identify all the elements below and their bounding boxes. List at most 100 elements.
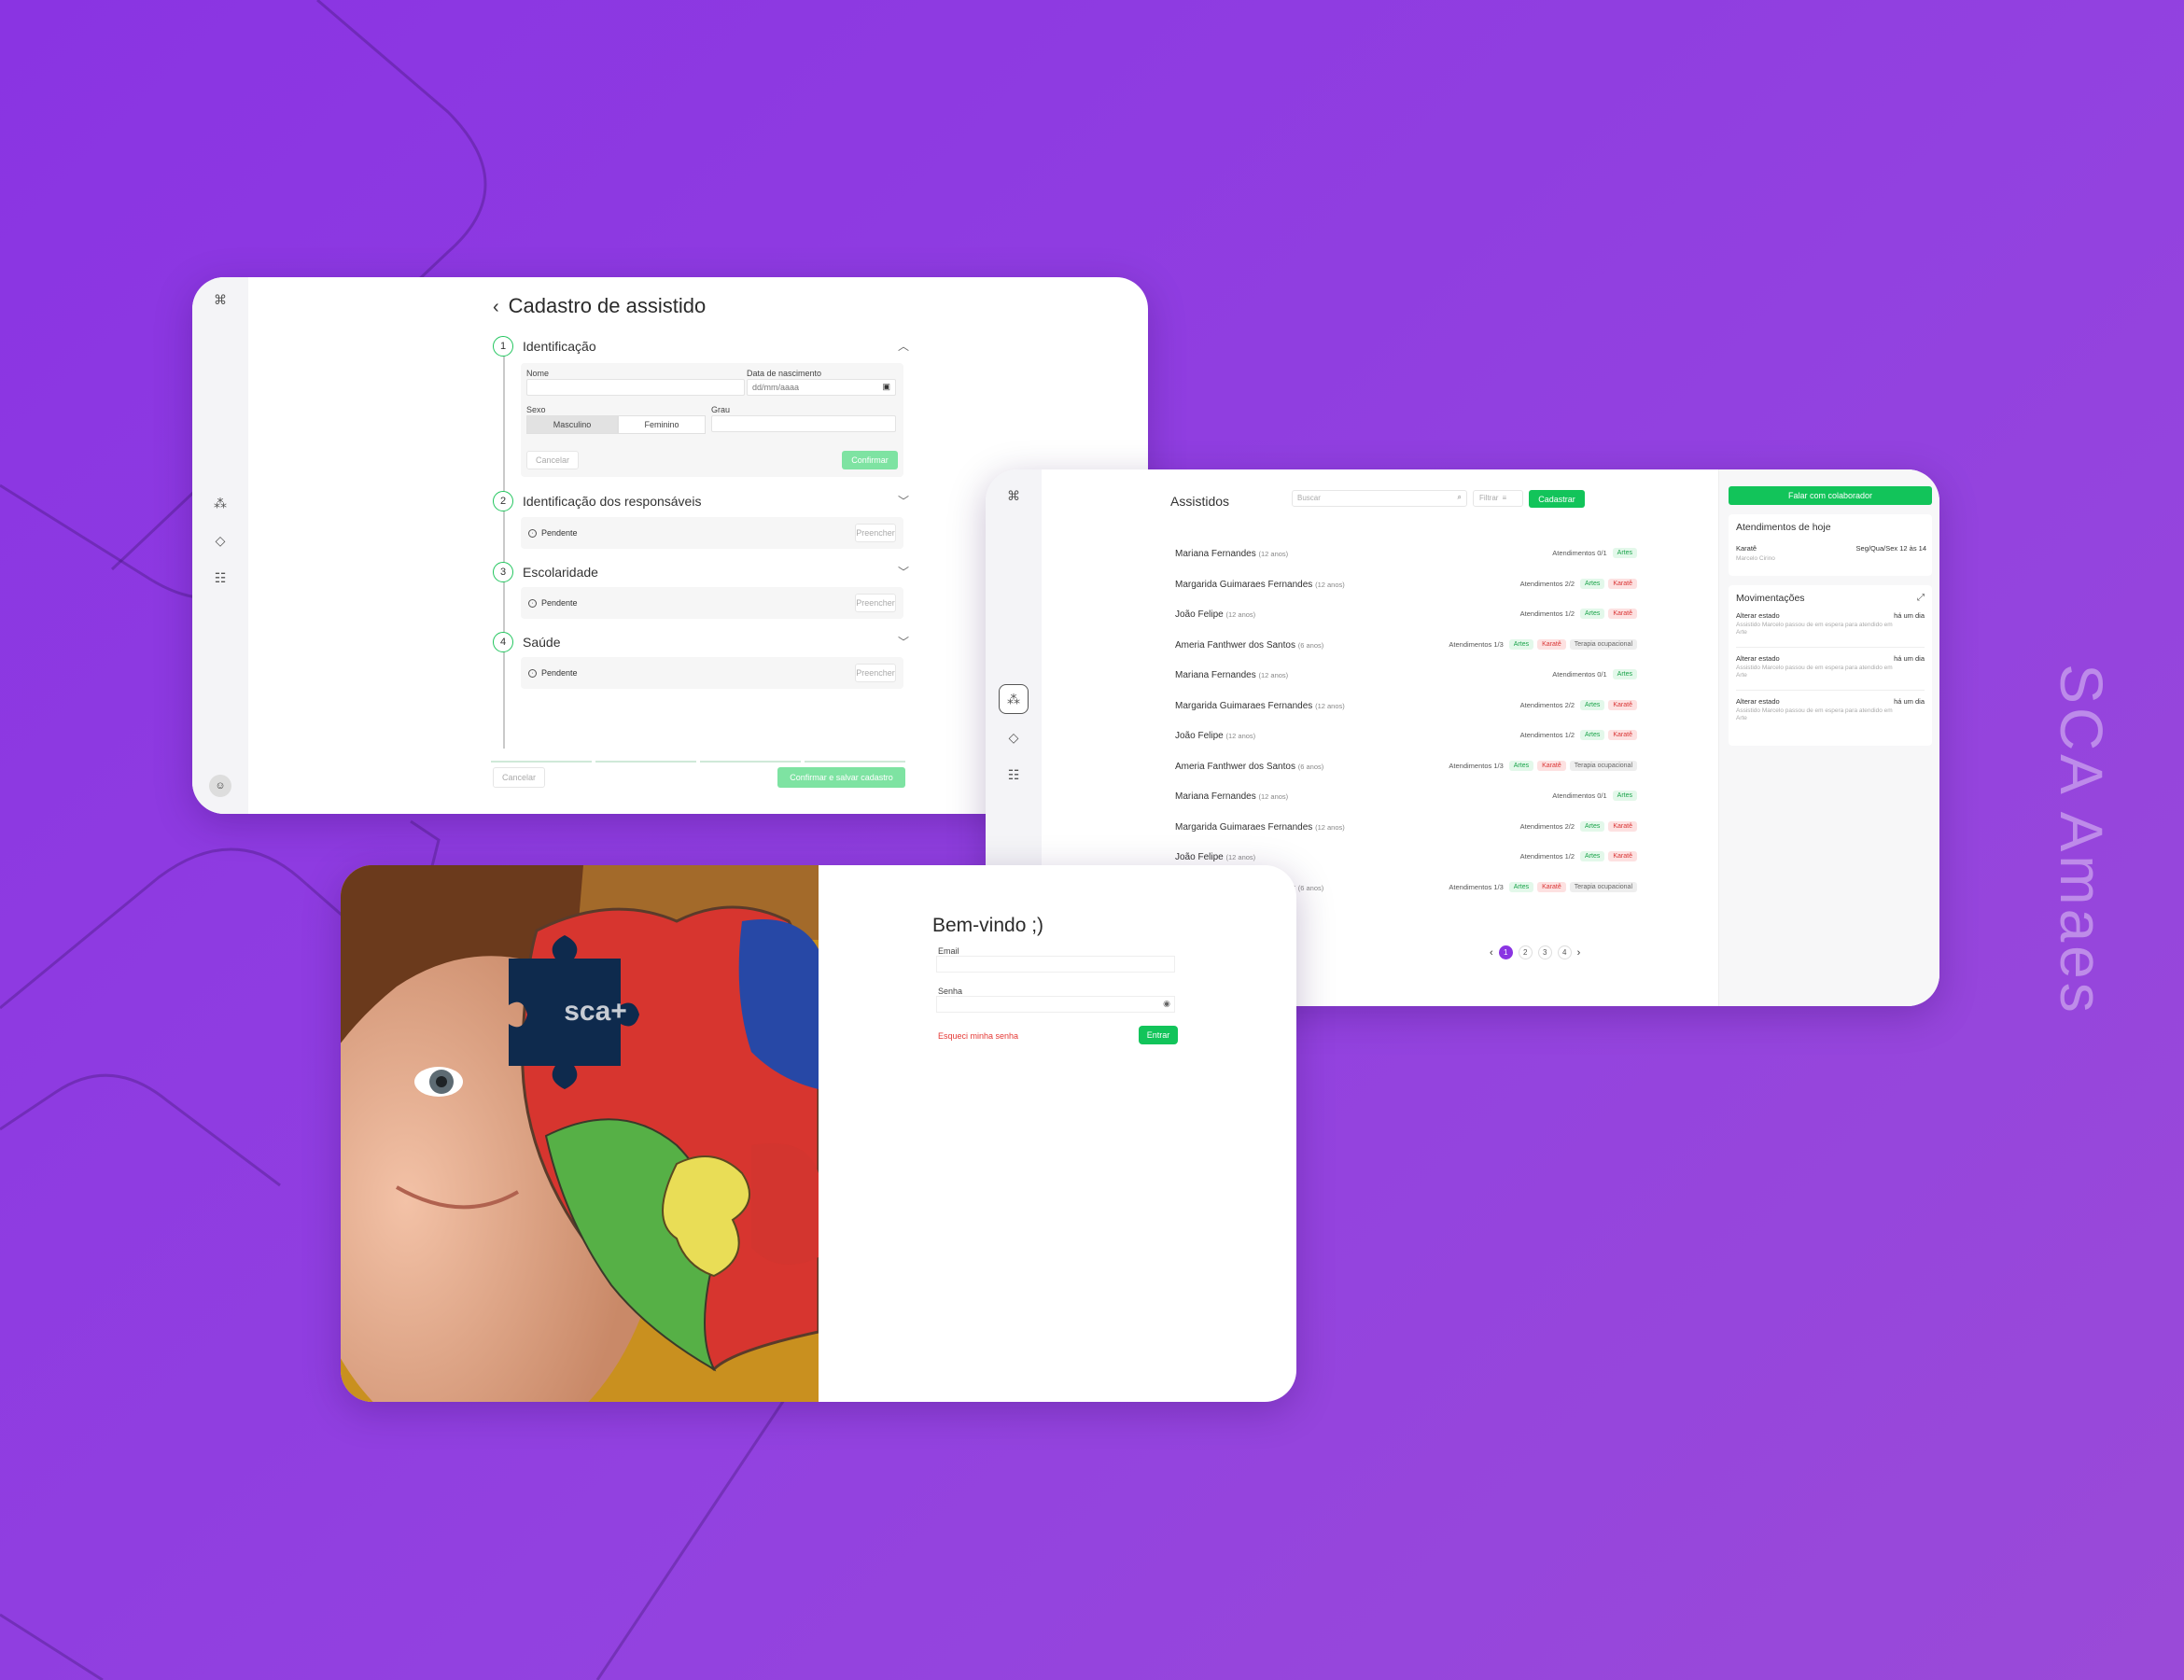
step-number: 1	[493, 336, 513, 357]
nome-label: Nome	[526, 369, 550, 378]
page-button[interactable]: 3	[1537, 945, 1552, 959]
search-placeholder: Buscar	[1297, 494, 1321, 502]
assistido-name: Mariana Fernandes (12 anos)	[1175, 549, 1288, 559]
step-title: Escolaridade	[523, 565, 598, 580]
cancel-button[interactable]: Cancelar	[526, 451, 579, 469]
group-icon[interactable]: ☷	[209, 567, 231, 589]
brand-watermark: SCA Amaes	[2048, 664, 2115, 1016]
sexo-feminino[interactable]: Feminino	[618, 415, 706, 434]
movements-title: Movimentações	[1736, 593, 1805, 604]
grau-input[interactable]	[711, 415, 896, 432]
activity-tag: Karatê	[1608, 699, 1637, 710]
forgot-password-link[interactable]: Esqueci minha senha	[938, 1031, 1018, 1041]
step-number: 3	[493, 562, 513, 582]
activity-tag: Artes	[1580, 851, 1605, 861]
fill-button[interactable]: Preencher	[855, 524, 896, 542]
activity-tag: Karatê	[1537, 760, 1566, 771]
fill-button[interactable]: Preencher	[855, 594, 896, 612]
table-row[interactable]: Margarida Guimaraes Fernandes (12 anos) A…	[1175, 577, 1637, 595]
step-title: Saúde	[523, 635, 561, 650]
activity-tag: Karatê	[1537, 638, 1566, 650]
table-row[interactable]: Mariana Fernandes (12 anos) Atendimentos …	[1175, 546, 1637, 565]
attendance-count: Atendimentos 2/2	[1519, 700, 1575, 709]
talk-to-collaborator-button[interactable]: Falar com colaborador	[1729, 486, 1932, 505]
progress-segment	[805, 761, 905, 763]
row-meta: Atendimentos 1/2 Artes Karatê	[1520, 609, 1637, 619]
filter-button[interactable]: Filtrar ≡	[1473, 490, 1523, 507]
hero-photo: sca+	[341, 865, 819, 1402]
activity-tag: Artes	[1508, 638, 1534, 650]
assistido-age: (6 anos)	[1297, 640, 1324, 650]
confirm-button[interactable]: Confirmar	[842, 451, 898, 469]
page-button[interactable]: 1	[1498, 945, 1513, 959]
step-number: 2	[493, 491, 513, 511]
tag-icon[interactable]: ◇	[1002, 726, 1025, 749]
next-page-icon[interactable]: ›	[1577, 947, 1581, 959]
login-window: sca+ Bem-vindo ;) Email Senha ◉ Esqueci …	[341, 865, 1296, 1402]
activity-tag: Artes	[1580, 820, 1605, 832]
today-schedule: Seg/Qua/Sex 12 às 14	[1855, 544, 1926, 553]
pending-icon: ·	[528, 598, 537, 608]
attendance-count: Atendimentos 0/1	[1552, 791, 1607, 800]
activity-tag: Terapia ocupacional	[1569, 881, 1637, 892]
fill-button[interactable]: Preencher	[855, 664, 896, 682]
apps-icon[interactable]: ⌘	[1002, 484, 1025, 507]
nascimento-input[interactable]: dd/mm/aaaa ▣	[747, 379, 896, 396]
chevron-up-icon[interactable]: ︿	[898, 338, 909, 354]
chevron-down-icon[interactable]: ﹀	[898, 493, 909, 509]
filter-icon: ≡	[1502, 494, 1507, 502]
apps-icon[interactable]: ⌘	[209, 288, 231, 311]
search-input[interactable]: Buscar ⌕	[1292, 490, 1467, 507]
table-row[interactable]: Ameria Fanthwer dos Santos (6 anos) Atend…	[1175, 759, 1637, 777]
responsaveis-summary: · Pendente Preencher	[521, 517, 903, 549]
password-field[interactable]: ◉	[936, 996, 1175, 1013]
pending-icon: ·	[528, 668, 537, 678]
sexo-masculino[interactable]: Masculino	[526, 415, 618, 434]
save-registration-button[interactable]: Confirmar e salvar cadastro	[777, 767, 905, 788]
movement-time: há um dia	[1894, 654, 1925, 663]
chevron-down-icon[interactable]: ﹀	[898, 564, 909, 580]
table-row[interactable]: Ameria Fanthwer dos Santos (6 anos) Atend…	[1175, 637, 1637, 656]
enter-button[interactable]: Entrar	[1139, 1026, 1178, 1044]
movement-time: há um dia	[1894, 697, 1925, 706]
today-title: Atendimentos de hoje	[1736, 522, 1831, 533]
stepper-line	[503, 338, 505, 749]
page-button[interactable]: 2	[1518, 945, 1533, 959]
assistido-name-text: Margarida Guimaraes Fernandes	[1175, 579, 1313, 590]
sexo-label: Sexo	[526, 405, 546, 414]
pending-status: · Pendente	[528, 668, 578, 678]
page-button[interactable]: 4	[1557, 945, 1572, 959]
activity-tag: Karatê	[1608, 820, 1637, 832]
table-row[interactable]: João Felipe (12 anos) Atendimentos 1/2 Art…	[1175, 607, 1637, 625]
row-meta: Atendimentos 1/3 Artes Karatê Terapia ocupa…	[1449, 881, 1637, 892]
table-row[interactable]: João Felipe (12 anos) Atendimentos 1/2 Art…	[1175, 728, 1637, 747]
footer-cancel-button[interactable]: Cancelar	[493, 767, 545, 788]
users-add-icon[interactable]: ⁂	[209, 492, 231, 514]
prev-page-icon[interactable]: ‹	[1490, 947, 1493, 959]
row-meta: Atendimentos 0/1 Artes	[1552, 669, 1637, 679]
list-title: Assistidos	[1170, 494, 1230, 509]
eye-icon[interactable]: ◉	[1163, 999, 1170, 1009]
assistido-name: João Felipe (12 anos)	[1175, 731, 1255, 741]
expand-icon[interactable]: ⤢	[1917, 593, 1925, 603]
table-row[interactable]: Mariana Fernandes (12 anos) Atendimentos …	[1175, 667, 1637, 686]
nome-input[interactable]	[526, 379, 745, 396]
assistido-age: (12 anos)	[1258, 792, 1289, 801]
email-field[interactable]	[936, 956, 1175, 973]
table-row[interactable]: Mariana Fernandes (12 anos) Atendimentos …	[1175, 789, 1637, 807]
assistido-name-text: Ameria Fanthwer dos Santos	[1175, 761, 1295, 772]
table-row[interactable]: Margarida Guimaraes Fernandes (12 anos) A…	[1175, 698, 1637, 717]
chevron-down-icon[interactable]: ﹀	[898, 634, 909, 650]
register-button[interactable]: Cadastrar	[1529, 490, 1585, 508]
tag-icon[interactable]: ◇	[209, 529, 231, 552]
group-icon[interactable]: ☷	[1002, 763, 1025, 786]
avatar[interactable]: ☺	[209, 775, 231, 797]
progress-segment	[491, 761, 592, 763]
back-chevron-icon[interactable]: ‹	[493, 297, 499, 317]
assistido-name: Margarida Guimaraes Fernandes (12 anos)	[1175, 580, 1345, 590]
calendar-icon[interactable]: ▣	[882, 382, 890, 392]
table-row[interactable]: Margarida Guimaraes Fernandes (12 anos) A…	[1175, 819, 1637, 838]
child-puzzle-illustration	[341, 865, 819, 1402]
users-add-icon[interactable]: ⁂	[999, 684, 1029, 714]
activity-tag: Artes	[1508, 760, 1534, 771]
